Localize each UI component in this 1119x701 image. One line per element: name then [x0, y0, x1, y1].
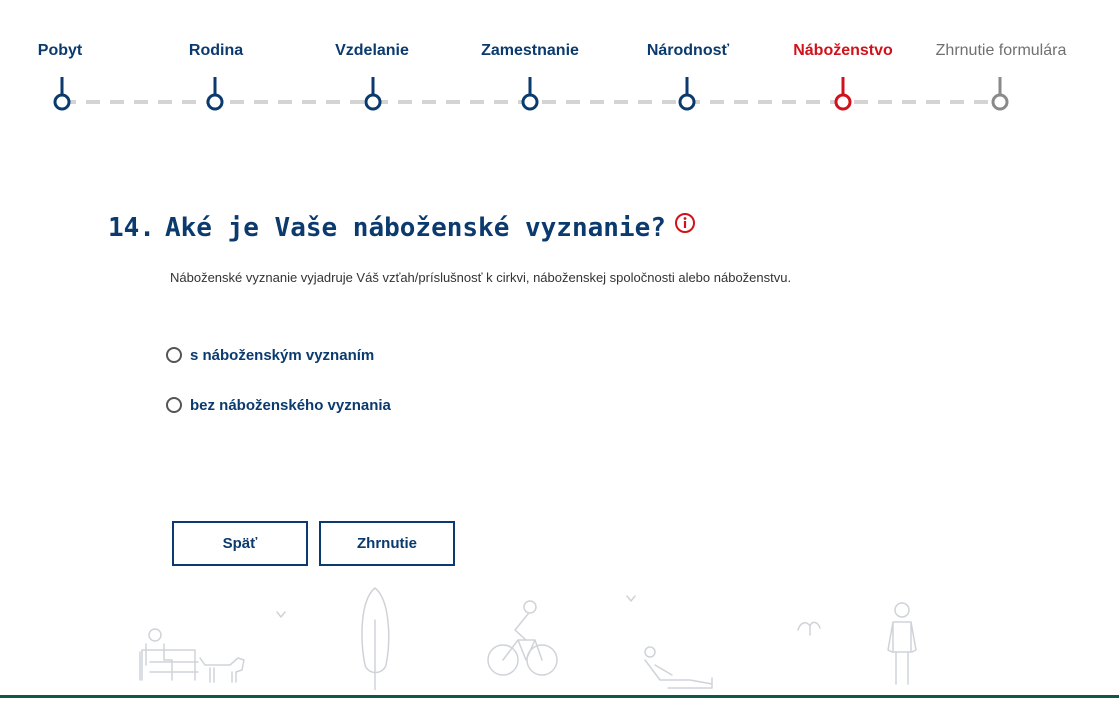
step-label-rodina[interactable]: Rodina	[189, 42, 243, 60]
step-marker-vzdelanie-icon	[364, 77, 382, 111]
footer-divider	[0, 695, 1119, 698]
step-marker-nabozenstvo-icon	[834, 77, 852, 111]
step-label-vzdelanie[interactable]: Vzdelanie	[335, 42, 409, 60]
cyclist-icon	[487, 600, 558, 676]
stepper-track	[53, 77, 1009, 111]
step-marker-rodina-icon	[206, 77, 224, 111]
option-label: bez náboženského vyznania	[190, 396, 391, 414]
bird-icon	[626, 595, 636, 602]
step-label-nabozenstvo: Náboženstvo	[793, 42, 893, 59]
back-button[interactable]: Späť	[172, 521, 308, 566]
answer-options: s náboženským vyznaním bez náboženského …	[166, 343, 391, 443]
summary-button[interactable]: Zhrnutie	[319, 521, 455, 566]
question-hint: Náboženské vyznanie vyjadruje Váš vzťah/…	[170, 270, 792, 285]
question-heading: 14. Aké je Vaše náboženské vyznanie?	[108, 211, 696, 244]
standing-person-icon	[887, 602, 917, 685]
option-with-religion[interactable]: s náboženským vyznaním	[166, 343, 391, 367]
sprout-icon	[797, 621, 821, 636]
progress-stepper: Pobyt Rodina Vzdelanie Zamestnanie Národ…	[0, 0, 1119, 130]
bird-icon	[276, 611, 286, 618]
question-title: Aké je Vaše náboženské vyznanie?	[164, 213, 666, 243]
footer-illustrations	[0, 580, 1119, 691]
step-marker-narodnost-icon	[678, 77, 696, 111]
step-marker-zamestnanie-icon	[521, 77, 539, 111]
radio-button[interactable]	[166, 347, 182, 363]
option-without-religion[interactable]: bez náboženského vyznania	[166, 393, 391, 417]
step-marker-zhrnutie-icon	[991, 77, 1009, 111]
step-label-pobyt[interactable]: Pobyt	[38, 42, 82, 60]
question-number: 14.	[108, 213, 155, 243]
step-label-zamestnanie[interactable]: Zamestnanie	[481, 42, 579, 60]
dog-icon	[199, 657, 245, 683]
step-label-narodnost[interactable]: Národnosť	[647, 42, 729, 60]
step-label-zhrnutie: Zhrnutie formulára	[935, 42, 1067, 59]
radio-button[interactable]	[166, 397, 182, 413]
reclining-person-icon	[644, 646, 713, 689]
tree-icon	[361, 587, 390, 691]
info-icon[interactable]	[674, 211, 696, 241]
person-on-bench-icon	[139, 628, 199, 681]
step-marker-pobyt-icon	[53, 77, 71, 111]
option-label: s náboženským vyznaním	[190, 346, 375, 364]
